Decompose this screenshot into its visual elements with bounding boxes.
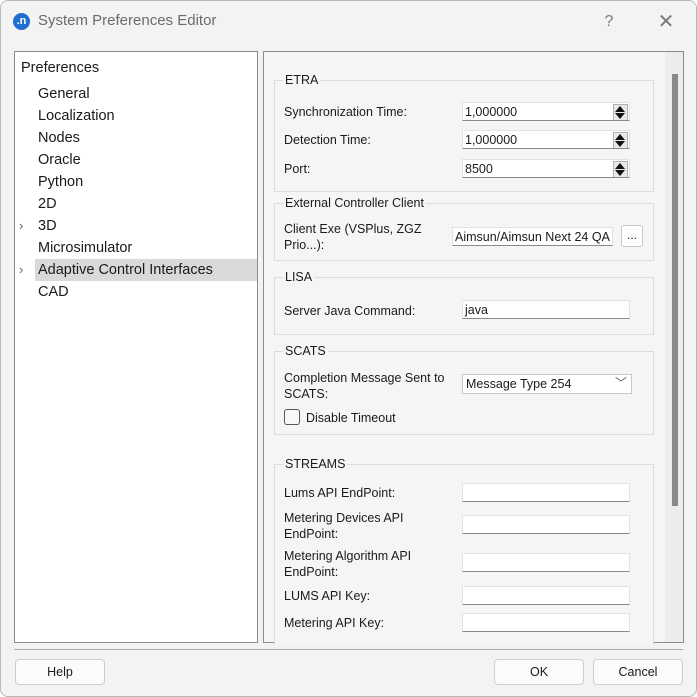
disable-timeout-checkbox[interactable]: [284, 409, 300, 425]
preferences-tree: Preferences General Localization Nodes O…: [14, 51, 258, 643]
tree-item-3d[interactable]: › 3D: [19, 215, 257, 237]
tree-item-label: Nodes: [38, 130, 80, 146]
tree-item-label: Adaptive Control Interfaces: [35, 259, 257, 281]
tree-item-adaptive-control-interfaces[interactable]: › Adaptive Control Interfaces: [19, 259, 257, 281]
expand-arrow-icon[interactable]: ›: [19, 215, 23, 237]
vertical-scrollbar[interactable]: [665, 52, 683, 642]
detection-time-label: Detection Time:: [284, 133, 371, 147]
settings-panel: ETRA Synchronization Time: 1,000000 Dete…: [263, 51, 684, 645]
tree-item-localization[interactable]: Localization: [35, 105, 257, 127]
tree-item-cad[interactable]: CAD: [35, 281, 257, 303]
port-label: Port:: [284, 162, 311, 176]
completion-message-label-line2: SCATS:: [284, 387, 329, 401]
tree-item-label: Oracle: [38, 152, 81, 168]
tree-item-label: General: [38, 86, 90, 102]
tree-item-general[interactable]: General: [35, 83, 257, 105]
lums-endpoint-input[interactable]: [462, 483, 630, 502]
streams-group-title: STREAMS: [283, 457, 348, 471]
tree-item-label: 2D: [38, 196, 57, 212]
tree-root-preferences[interactable]: Preferences: [21, 60, 99, 76]
spin-arrows-icon[interactable]: [613, 132, 628, 148]
metering-devices-input[interactable]: [462, 515, 630, 534]
sync-time-spinbox[interactable]: 1,000000: [462, 102, 630, 121]
close-icon[interactable]: ✕: [651, 9, 681, 35]
tree-item-oracle[interactable]: Oracle: [35, 149, 257, 171]
tree-item-microsimulator[interactable]: Microsimulator: [35, 237, 257, 259]
server-java-command-value: java: [465, 303, 488, 317]
sync-time-value: 1,000000: [465, 105, 518, 119]
etra-group: ETRA Synchronization Time: 1,000000 Dete…: [274, 73, 654, 192]
expand-arrow-icon[interactable]: ›: [19, 259, 23, 281]
port-value: 8500: [465, 162, 493, 176]
system-preferences-dialog: .n System Preferences Editor ? ✕ Prefere…: [0, 0, 697, 697]
lisa-group: LISA Server Java Command: java: [274, 270, 654, 335]
scrollbar-thumb[interactable]: [672, 74, 678, 506]
ecc-group-title: External Controller Client: [283, 196, 426, 210]
metering-algorithm-label: Metering Algorithm API EndPoint:: [284, 548, 411, 580]
port-spinbox[interactable]: 8500: [462, 159, 630, 178]
tree-item-label: Microsimulator: [38, 240, 133, 256]
spin-arrows-icon[interactable]: [613, 161, 628, 177]
streams-group: STREAMS Lums API EndPoint: Metering Devi…: [274, 457, 654, 645]
metering-algorithm-label-line2: EndPoint:: [284, 565, 339, 579]
cancel-button[interactable]: Cancel: [593, 659, 683, 685]
scats-group: SCATS Completion Message Sent to SCATS: …: [274, 344, 654, 435]
tree-item-python[interactable]: Python: [35, 171, 257, 193]
window-title: System Preferences Editor: [38, 12, 217, 29]
detection-time-value: 1,000000: [465, 133, 518, 147]
chevron-down-icon: ﹀: [614, 376, 627, 390]
lums-endpoint-label: Lums API EndPoint:: [284, 486, 396, 500]
tree-item-label: Python: [38, 174, 84, 190]
external-controller-client-group: External Controller Client Client Exe (V…: [274, 196, 654, 261]
lums-key-label: LUMS API Key:: [284, 589, 371, 603]
sync-time-label: Synchronization Time:: [284, 105, 407, 119]
detection-time-spinbox[interactable]: 1,000000: [462, 130, 630, 149]
metering-devices-label-line1: Metering Devices API: [284, 511, 404, 525]
app-logo-icon: .n: [13, 13, 30, 30]
completion-message-value: Message Type 254: [466, 377, 572, 391]
tree-item-nodes[interactable]: Nodes: [35, 127, 257, 149]
completion-message-dropdown[interactable]: Message Type 254 ﹀: [462, 374, 632, 394]
footer-separator: [14, 649, 683, 650]
metering-key-label: Metering API Key:: [284, 616, 385, 630]
tree-item-label: 3D: [38, 218, 57, 234]
lisa-group-title: LISA: [283, 270, 315, 284]
help-button[interactable]: Help: [15, 659, 105, 685]
server-java-command-input[interactable]: java: [462, 300, 630, 319]
metering-devices-label-line2: EndPoint:: [284, 527, 339, 541]
completion-message-label-line1: Completion Message Sent to: [284, 371, 445, 385]
tree-item-label: CAD: [38, 284, 69, 300]
client-exe-input[interactable]: Aimsun/Aimsun Next 24 QA: [452, 227, 613, 246]
metering-algorithm-label-line1: Metering Algorithm API: [284, 549, 412, 563]
help-icon[interactable]: ?: [594, 9, 624, 35]
metering-key-input[interactable]: [462, 613, 630, 632]
completion-message-label: Completion Message Sent to SCATS:: [284, 370, 445, 402]
tree-item-2d[interactable]: 2D: [35, 193, 257, 215]
client-exe-label-line2: Prio...):: [284, 238, 325, 252]
metering-devices-label: Metering Devices API EndPoint:: [284, 510, 404, 542]
disable-timeout-label[interactable]: Disable Timeout: [306, 410, 396, 426]
client-exe-label-line1: Client Exe (VSPlus, ZGZ: [284, 222, 422, 236]
lums-key-input[interactable]: [462, 586, 630, 605]
title-bar: .n System Preferences Editor ? ✕: [1, 1, 696, 42]
scats-group-title: SCATS: [283, 344, 328, 358]
spin-arrows-icon[interactable]: [613, 104, 628, 120]
metering-algorithm-input[interactable]: [462, 553, 630, 572]
server-java-command-label: Server Java Command:: [284, 304, 416, 318]
etra-group-title: ETRA: [283, 73, 321, 87]
browse-button[interactable]: ...: [621, 225, 643, 247]
tree-item-label: Localization: [38, 108, 115, 124]
ok-button[interactable]: OK: [494, 659, 584, 685]
client-exe-label: Client Exe (VSPlus, ZGZ Prio...):: [284, 221, 422, 253]
client-exe-value: Aimsun/Aimsun Next 24 QA: [455, 230, 610, 244]
